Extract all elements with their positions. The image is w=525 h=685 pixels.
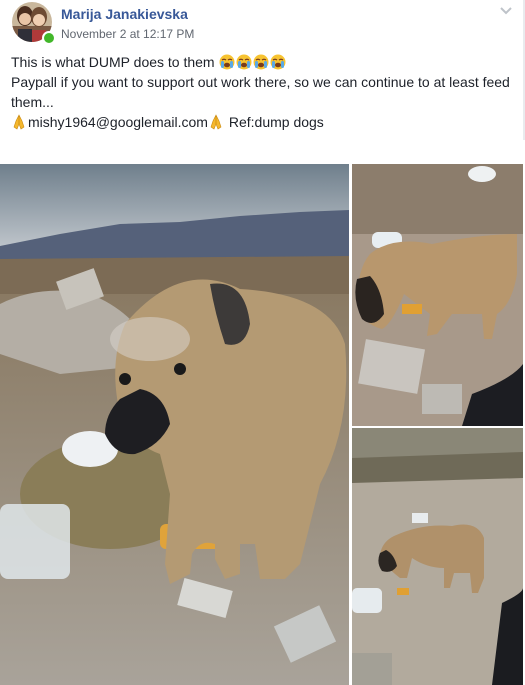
- crying-face-icon: [270, 54, 285, 70]
- post-line-3: mishy1964@googlemail.com Ref:dump dogs: [11, 112, 515, 132]
- crying-face-icon: [219, 54, 234, 70]
- facebook-post: Marija Janakievska November 2 at 12:17 P…: [0, 0, 525, 685]
- paypal-email-link[interactable]: mishy1964@googlemail.com: [28, 114, 208, 130]
- online-status-dot: [42, 31, 56, 45]
- author-name[interactable]: Marija Janakievska: [61, 6, 188, 22]
- folded-hands-icon: [13, 114, 25, 130]
- chevron-down-icon[interactable]: [498, 4, 514, 18]
- post-line-1: This is what DUMP does to them: [11, 52, 515, 72]
- reference-text: Ref:dump dogs: [228, 114, 324, 130]
- post-header: Marija Janakievska November 2 at 12:17 P…: [12, 2, 512, 46]
- photo-dog-side[interactable]: [352, 164, 523, 426]
- post-text: This is what DUMP does to them Paypall i…: [11, 52, 515, 132]
- folded-hands-icon: [210, 114, 222, 130]
- post-line-1-text: This is what DUMP does to them: [11, 54, 215, 70]
- crying-face-icon: [253, 54, 268, 70]
- crying-face-icon: [236, 54, 251, 70]
- crying-face-emojis: [219, 54, 287, 70]
- post-line-2: Paypall if you want to support out work …: [11, 74, 510, 110]
- photo-dog-distance[interactable]: [352, 428, 523, 685]
- post-timestamp[interactable]: November 2 at 12:17 PM: [61, 27, 194, 41]
- photo-main-dog[interactable]: [0, 164, 349, 685]
- photo-grid: [0, 164, 525, 685]
